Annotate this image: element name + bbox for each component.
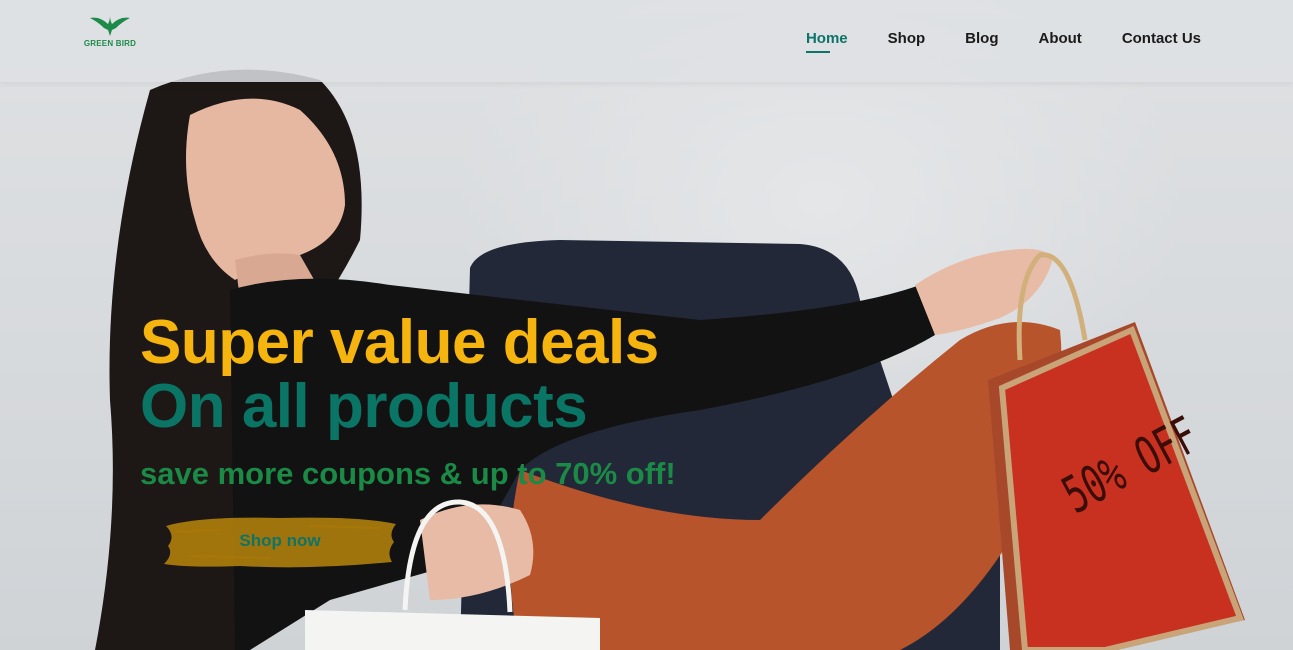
nav-contact-link[interactable]: Contact Us [1122,30,1201,53]
shop-now-label: Shop now [239,531,321,550]
brand-name: GREEN BIRD [83,39,137,48]
hero-headline-secondary: On all products [140,372,588,441]
shop-now-button[interactable]: Shop now [160,512,400,572]
bird-logo-icon [90,16,130,36]
main-nav: Home Shop Blog About Contact Us [805,30,1201,53]
nav-home-link[interactable]: Home [805,30,848,53]
nav-blog-link[interactable]: Blog [965,30,998,53]
hero-subline: save more coupons & up to 70% off! [140,456,676,491]
nav-about-link[interactable]: About [1038,30,1081,53]
site-header: GREEN BIRD Home Shop Blog About Contact … [0,0,1293,82]
brand-logo[interactable]: GREEN BIRD [80,14,140,54]
nav-shop-link[interactable]: Shop [888,30,926,53]
hero-headline-primary: Super value deals [140,308,659,377]
